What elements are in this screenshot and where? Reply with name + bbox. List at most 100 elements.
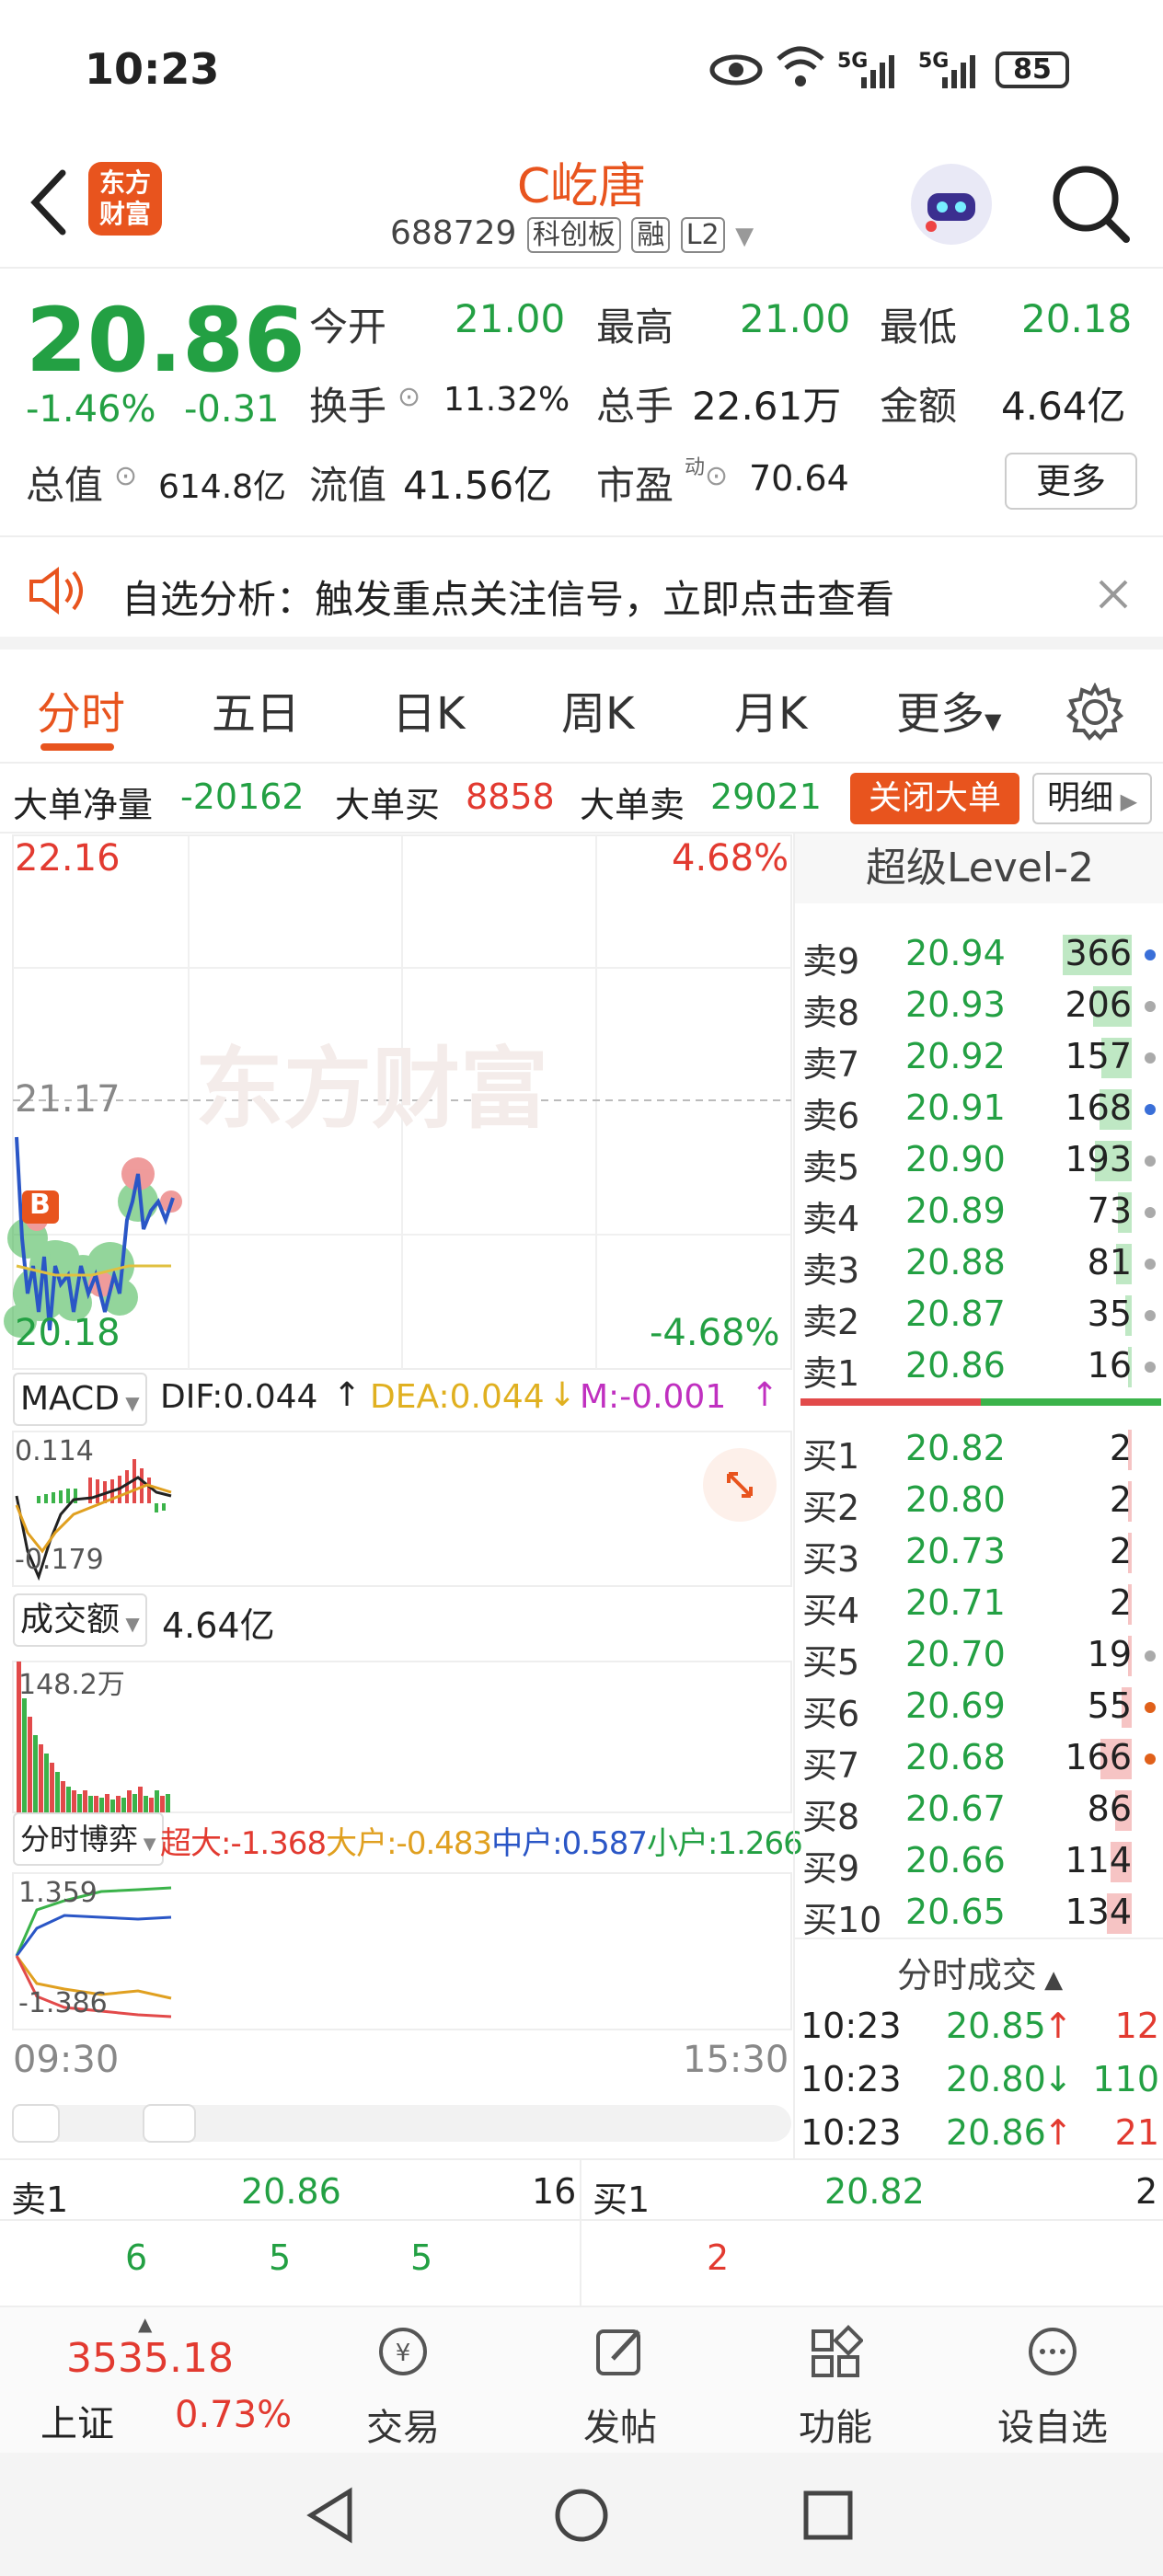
caret-down-icon: ▼ (138, 1834, 156, 1854)
level-volume: 55 (1087, 1685, 1132, 1726)
macd-selector[interactable]: MACD ▼ (13, 1373, 147, 1426)
game-selector[interactable]: 分时博弈 ▼ (13, 1812, 164, 1866)
level-price: 20.69 (905, 1685, 1006, 1726)
stock-name: C屹唐 (516, 159, 647, 214)
divider (0, 2219, 1163, 2221)
open-value: 21.00 (455, 296, 566, 341)
detail-button[interactable]: 明细 ▶ (1032, 773, 1152, 824)
back-triangle-icon[interactable] (304, 2486, 359, 2545)
more-button[interactable]: 更多 (1005, 453, 1137, 510)
time-axis-start: 09:30 (13, 2039, 120, 2081)
logo-line-1: 东方 (98, 167, 151, 198)
level-volume: 2 (1109, 1479, 1132, 1520)
sell-order-row[interactable]: 卖3 20.88 81 (795, 1236, 1163, 1291)
sell-order-row[interactable]: 卖7 20.92 157 (795, 1030, 1163, 1085)
sell-order-row[interactable]: 卖8 20.93 206 (795, 979, 1163, 1033)
level-volume: 2 (1109, 1582, 1132, 1623)
macd-label: MACD (20, 1380, 120, 1418)
home-circle-icon[interactable] (552, 2486, 611, 2545)
buy-order-row[interactable]: 买4 20.71 2 (795, 1577, 1163, 1631)
nav-trade[interactable]: ¥ 交易 (311, 2307, 495, 2455)
close-icon[interactable] (1097, 578, 1130, 611)
buy-order-row[interactable]: 买7 20.68 166 (795, 1731, 1163, 1786)
chart-tabs: 分时 五日 日K 周K 月K 更多▼ (0, 650, 1163, 764)
gear-icon[interactable] (1065, 683, 1124, 742)
level-label: 买9 (802, 1848, 860, 1889)
level-price: 20.88 (905, 1242, 1006, 1282)
tab-more[interactable]: 更多▼ (896, 677, 1001, 742)
expand-button[interactable] (703, 1448, 777, 1522)
order-dot (1145, 1310, 1156, 1321)
nav-add-watchlist[interactable]: 设自选 (961, 2307, 1145, 2455)
notice-bar[interactable]: 自选分析：触发重点关注信号，立即点击查看 (0, 539, 1163, 650)
watermark: 东方财富 (195, 1038, 548, 1141)
info-icon[interactable]: ⊙ (397, 381, 420, 413)
game-legend: 超大:-1.368大户:-0.483中户:0.587小户:1.266 (160, 1818, 803, 1863)
nav-functions[interactable]: 功能 (743, 2307, 927, 2455)
scroll-handle-left (12, 2104, 60, 2143)
dea-arrow: ↓ (548, 1376, 577, 1414)
tab-intraday[interactable]: 分时 (37, 677, 125, 742)
nav-post[interactable]: 发帖 (528, 2307, 712, 2455)
robot-assistant-icon[interactable] (907, 160, 996, 248)
trades-panel[interactable]: 分时成交 ▲ 10:23 20.85 ↑ 12 10:23 20.80 ↓ 110 10:23 2… (795, 1938, 1163, 2158)
volume-label: 总手 (596, 384, 674, 429)
info-icon[interactable]: ⊙ (705, 460, 728, 492)
trade-time: 10:23 (800, 2059, 902, 2099)
large-value: -0.483 (396, 1825, 493, 1862)
index-ticker[interactable]: ▲ 3535.18 上证 0.73% (0, 2307, 313, 2455)
buy-order-row[interactable]: 买6 20.69 55 (795, 1680, 1163, 1734)
trades-title: 分时成交 (896, 1955, 1037, 1995)
time-axis-end: 15:30 (683, 2039, 789, 2081)
wifi-icon (777, 46, 824, 86)
index-name: 上证 (40, 2403, 114, 2445)
volume-selector[interactable]: 成交额 ▼ (13, 1593, 147, 1647)
scroll-handle-right (143, 2104, 196, 2143)
search-icon[interactable] (1049, 162, 1132, 245)
level-label: 买2 (802, 1488, 860, 1528)
sell-order-row[interactable]: 卖2 20.87 35 (795, 1288, 1163, 1342)
buy-order-row[interactable]: 买8 20.67 86 (795, 1783, 1163, 1837)
big-sell-label: 大单卖 (580, 785, 685, 825)
trade-row: 10:23 20.85 ↑ 12 (795, 2004, 1163, 2057)
buy-order-row[interactable]: 买2 20.80 2 (795, 1474, 1163, 1528)
grid-icon (812, 2325, 863, 2377)
buy-order-row[interactable]: 买5 20.70 19 (795, 1628, 1163, 1683)
sell-order-row[interactable]: 卖6 20.91 168 (795, 1082, 1163, 1136)
sell-order-row[interactable]: 卖5 20.90 193 (795, 1133, 1163, 1188)
tab-monthly-k[interactable]: 月K (734, 677, 807, 742)
back-icon[interactable] (26, 166, 72, 239)
nav-functions-label: 功能 (799, 2407, 872, 2449)
super-value: -1.368 (230, 1825, 327, 1862)
tab-five-day[interactable]: 五日 (212, 677, 300, 742)
large-label: 大户: (326, 1825, 397, 1862)
trade-row: 10:23 20.86 ↑ 21 (795, 2110, 1163, 2164)
trade-volume: 110 (1092, 2059, 1159, 2099)
sell-order-row[interactable]: 卖1 20.86 16 (795, 1340, 1163, 1394)
close-big-order-button[interactable]: 关闭大单 (850, 773, 1019, 824)
level-price: 20.82 (905, 1428, 1006, 1468)
level-price: 20.86 (905, 1345, 1006, 1386)
chart-area[interactable]: 东方财富 22.16 4.68% 21.17 20.18 -4.68% B MA… (0, 834, 803, 2158)
quick-order-bar: 卖1 20.86 16 6 5 5 买1 20.82 2 2 (0, 2158, 1163, 2306)
level-volume: 114 (1065, 1840, 1132, 1880)
sell-order-row[interactable]: 卖4 20.89 73 (795, 1185, 1163, 1239)
buy-order-row[interactable]: 买3 20.73 2 (795, 1525, 1163, 1580)
tab-daily-k[interactable]: 日K (392, 677, 465, 742)
level-label: 卖8 (802, 993, 860, 1033)
buy-order-row[interactable]: 买1 20.82 2 (795, 1422, 1163, 1477)
battery-level: 85 (1013, 53, 1052, 86)
amount-value: 4.64亿 (1001, 384, 1126, 429)
level-volume: 35 (1087, 1294, 1132, 1334)
turnover-label: 换手 (309, 384, 387, 429)
float-label: 流值 (309, 463, 387, 508)
recents-square-icon[interactable] (800, 2488, 856, 2543)
price-axis-mid: 21.17 (15, 1078, 121, 1121)
tab-weekly-k[interactable]: 周K (561, 677, 634, 742)
chevron-down-icon[interactable]: ▼ (735, 223, 754, 250)
buy-order-row[interactable]: 买9 20.66 114 (795, 1834, 1163, 1889)
sell-queue-2: 5 (269, 2237, 292, 2278)
info-icon[interactable]: ⊙ (114, 460, 137, 492)
buy-order-row[interactable]: 买10 20.65 134 (795, 1886, 1163, 1940)
sell-order-row[interactable]: 卖9 20.94 366 (795, 927, 1163, 982)
